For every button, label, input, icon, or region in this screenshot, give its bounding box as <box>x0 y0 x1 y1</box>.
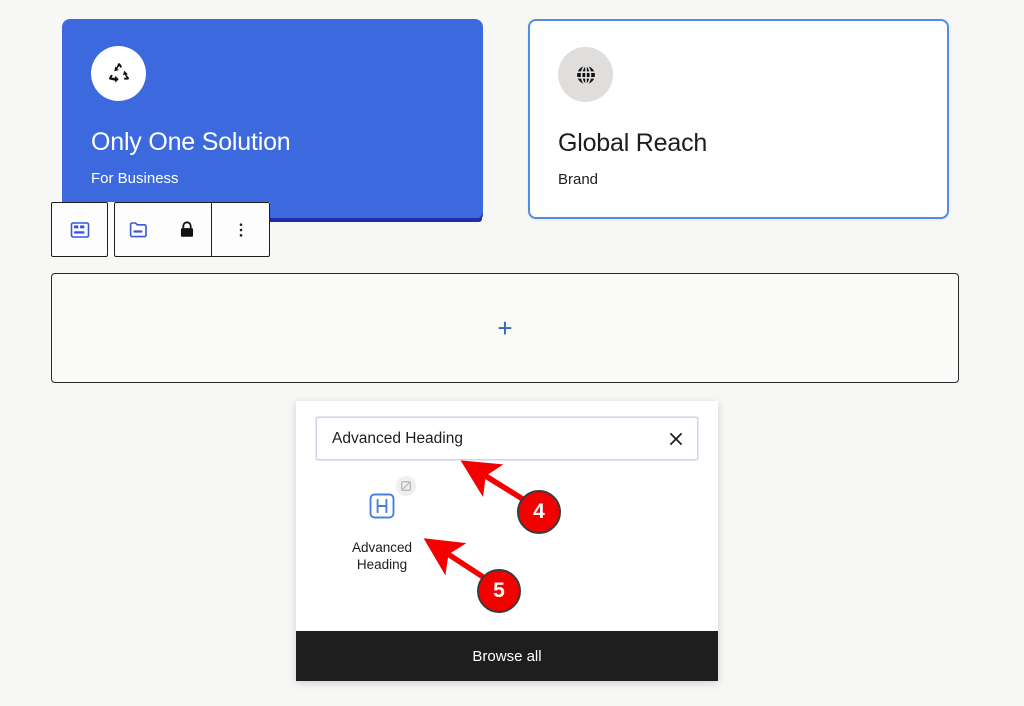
block-inserter-popover: Advanced Heading Browse all <box>296 401 718 681</box>
browse-all-label: Browse all <box>472 647 542 665</box>
card-subtitle: For Business <box>91 170 179 187</box>
globe-icon <box>573 62 599 88</box>
add-block-button[interactable]: + <box>497 315 512 341</box>
card-icon-circle <box>558 47 613 102</box>
card-only-one-solution[interactable]: Only One Solution For Business <box>62 19 483 222</box>
search-input[interactable] <box>317 418 697 459</box>
clear-search-button[interactable] <box>663 426 689 452</box>
block-item-label-line2: Heading <box>356 557 408 572</box>
block-item-label: Advanced Heading <box>340 539 424 573</box>
lock-icon <box>176 219 198 241</box>
block-toolbar[interactable] <box>51 202 270 257</box>
card-title: Only One Solution <box>91 128 291 156</box>
three-dots-vertical-icon <box>231 220 251 240</box>
browse-all-button[interactable]: Browse all <box>296 631 718 681</box>
inserter-search-box[interactable] <box>316 417 698 460</box>
annotation-number: 4 <box>517 490 561 534</box>
pro-badge-icon <box>396 476 416 496</box>
block-type-switcher-group <box>51 202 108 257</box>
close-icon <box>668 431 684 447</box>
card-global-reach[interactable]: Global Reach Brand <box>528 19 949 219</box>
more-options-button[interactable] <box>212 203 269 256</box>
card-title: Global Reach <box>558 129 708 157</box>
heading-h-icon <box>367 491 397 521</box>
inserter-search-area <box>296 401 718 460</box>
card-subtitle: Brand <box>558 171 599 188</box>
lock-block-button[interactable] <box>163 203 211 256</box>
select-parent-block-button[interactable] <box>115 203 163 256</box>
group-block-icon <box>127 218 151 242</box>
annotation-marker-4: 4 <box>517 490 561 534</box>
cover-block-icon <box>68 218 92 242</box>
advanced-heading-block-item[interactable]: Advanced Heading <box>334 476 430 573</box>
block-item-label-line1: Advanced <box>351 540 413 555</box>
annotation-number: 5 <box>477 569 521 613</box>
inserter-results-list: Advanced Heading <box>296 460 718 573</box>
recycle-icon <box>105 60 133 88</box>
block-item-icon-wrapper <box>354 476 416 530</box>
block-tools-group <box>114 202 270 257</box>
annotation-marker-5: 5 <box>477 569 521 613</box>
card-icon-circle <box>91 46 146 101</box>
empty-block-placeholder[interactable]: + <box>51 273 959 383</box>
change-block-type-button[interactable] <box>56 203 104 256</box>
